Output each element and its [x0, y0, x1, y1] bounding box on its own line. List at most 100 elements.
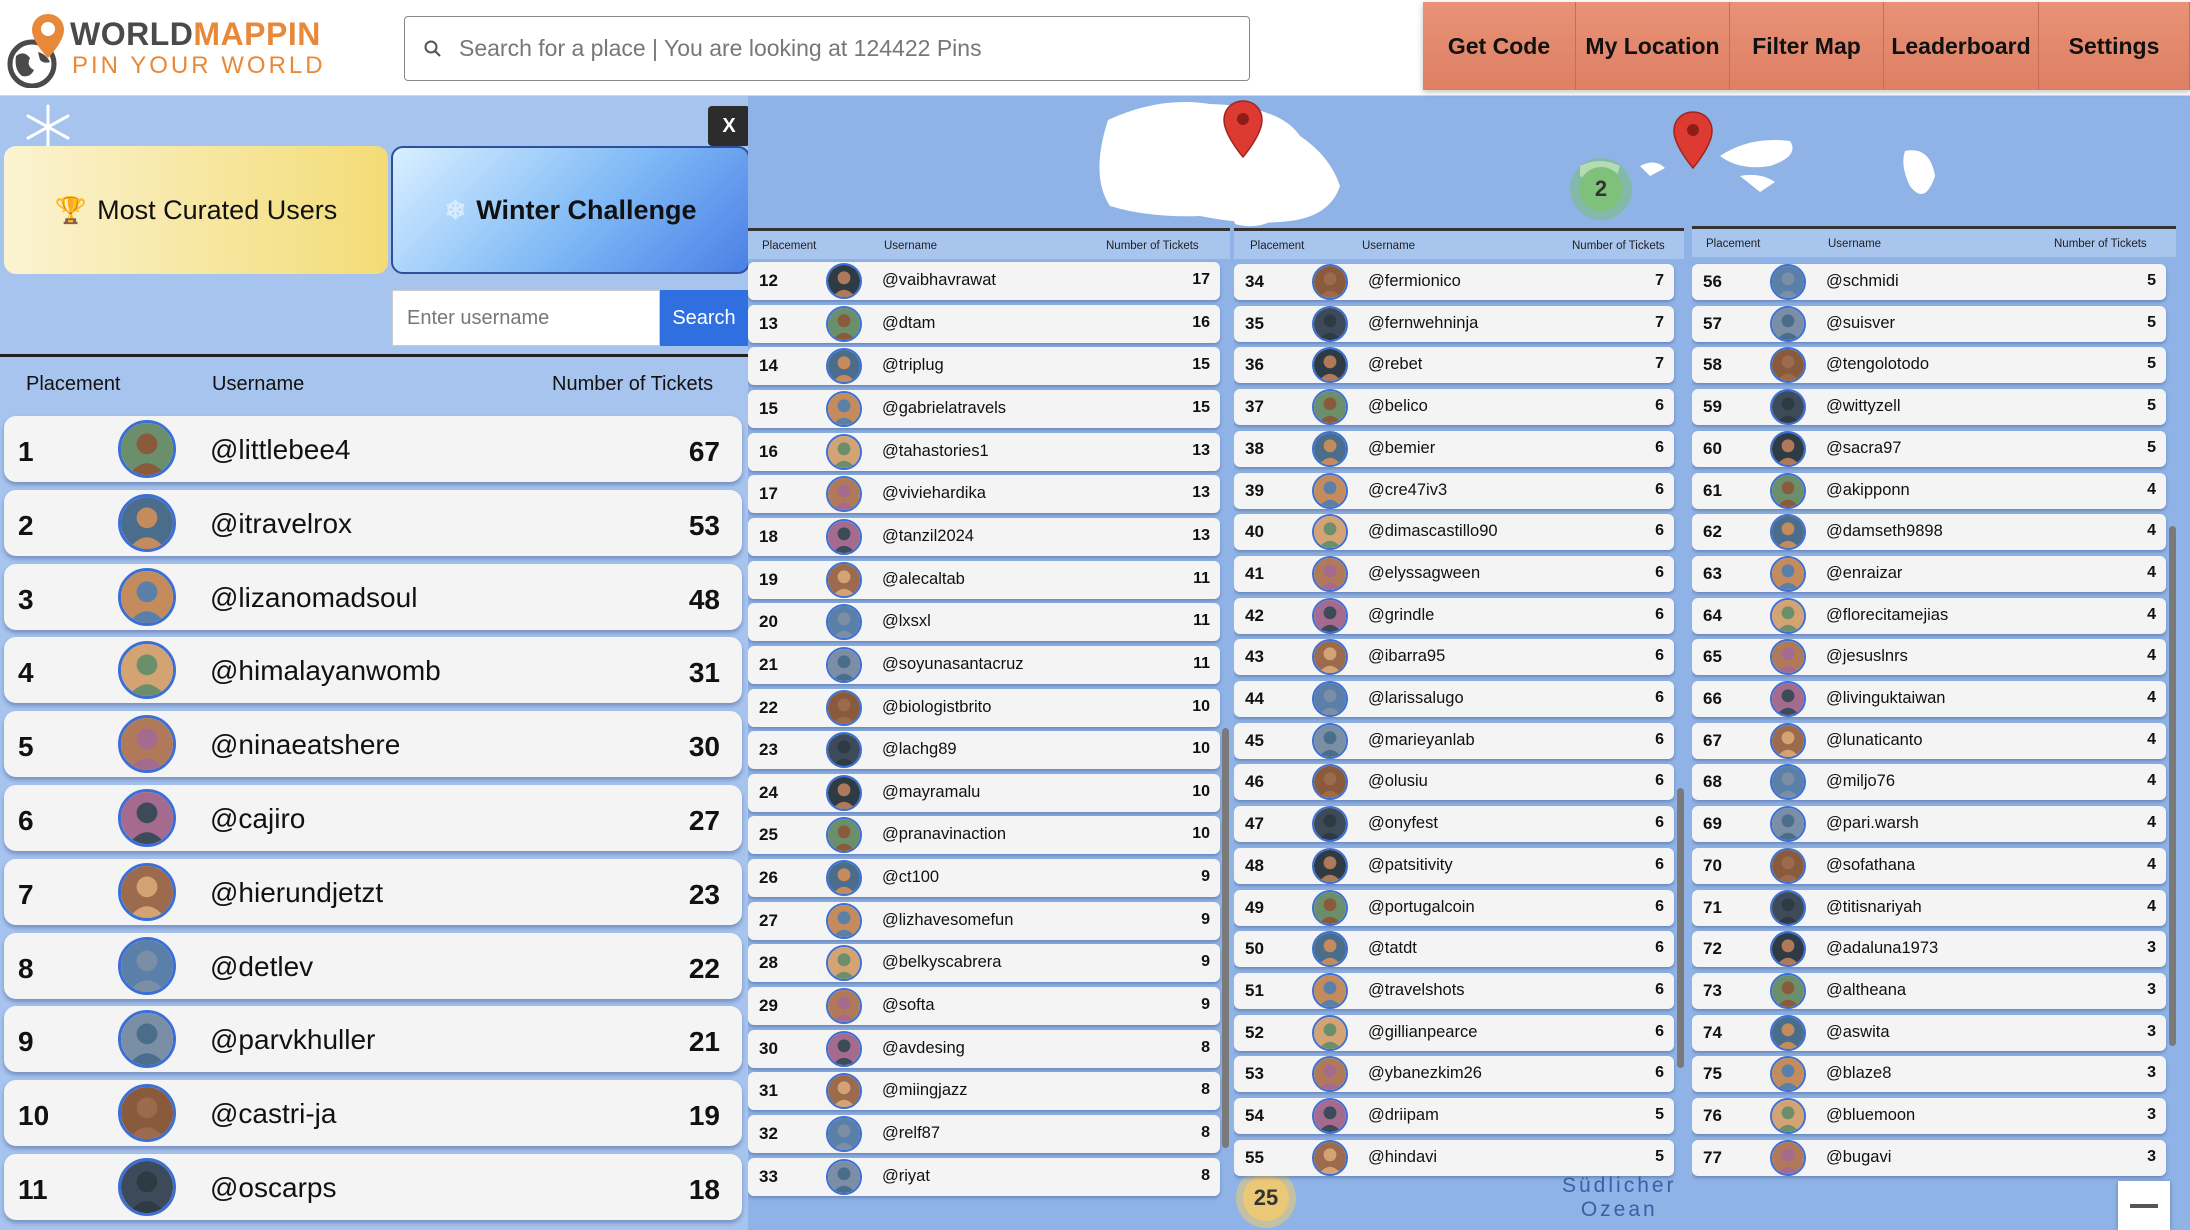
username[interactable]: @ninaeatshere	[210, 729, 400, 761]
username[interactable]: @patsitivity	[1368, 856, 1453, 875]
username[interactable]: @softa	[882, 996, 935, 1015]
leaderboard-row[interactable]: 66 @livinguktaiwan 4	[1692, 681, 2166, 717]
leaderboard-row[interactable]: 50 @tatdt 6	[1234, 931, 1674, 968]
username[interactable]: @jesuslnrs	[1826, 647, 1908, 666]
username[interactable]: @lunaticanto	[1826, 731, 1923, 750]
leaderboard-row[interactable]: 29 @softa 9	[748, 987, 1220, 1026]
avatar[interactable]	[118, 641, 176, 700]
avatar[interactable]	[826, 1116, 862, 1152]
username[interactable]: @relf87	[882, 1124, 940, 1143]
username[interactable]: @ct100	[882, 868, 939, 887]
avatar[interactable]	[118, 862, 176, 921]
leaderboard-row[interactable]: 77 @bugavi 3	[1692, 1139, 2166, 1176]
leaderboard-row[interactable]: 49 @portugalcoin 6	[1234, 889, 1674, 926]
leaderboard-row[interactable]: 71 @titisnariyah 4	[1692, 889, 2166, 926]
leaderboard-row[interactable]: 44 @larissalugo 6	[1234, 681, 1674, 717]
avatar[interactable]	[118, 1010, 176, 1069]
leaderboard-row[interactable]: 3 @lizanomadsoul 48	[4, 563, 742, 630]
avatar[interactable]	[826, 646, 862, 683]
avatar[interactable]	[1770, 1014, 1806, 1051]
avatar[interactable]	[826, 390, 862, 427]
search-button[interactable]: Search	[660, 290, 748, 346]
username[interactable]: @littlebee4	[210, 434, 351, 466]
leaderboard-row[interactable]: 34 @fermionico 7	[1234, 264, 1674, 300]
avatar[interactable]	[1770, 1056, 1806, 1093]
leaderboard-row[interactable]: 20 @lxsxl 11	[748, 603, 1220, 642]
leaderboard-row[interactable]: 24 @mayramalu 10	[748, 773, 1220, 812]
avatar[interactable]	[826, 561, 862, 598]
username[interactable]: @pranavinaction	[882, 825, 1006, 844]
avatar[interactable]	[118, 1084, 176, 1143]
place-search-input[interactable]	[459, 35, 1239, 62]
avatar[interactable]	[1770, 722, 1806, 759]
username[interactable]: @viviehardika	[882, 484, 986, 503]
username[interactable]: @gillianpearce	[1368, 1023, 1477, 1042]
settings-button[interactable]: Settings	[2039, 2, 2190, 90]
avatar[interactable]	[826, 774, 862, 811]
leaderboard-row[interactable]: 12 @vaibhavrawat 17	[748, 262, 1220, 300]
username[interactable]: @gabrielatravels	[882, 399, 1006, 418]
leaderboard-row[interactable]: 45 @marieyanlab 6	[1234, 722, 1674, 759]
leaderboard-row[interactable]: 36 @rebet 7	[1234, 347, 1674, 384]
avatar[interactable]	[1770, 972, 1806, 1009]
username[interactable]: @miingjazz	[882, 1081, 968, 1100]
avatar[interactable]	[1312, 681, 1348, 717]
leaderboard-row[interactable]: 35 @fernwehninja 7	[1234, 305, 1674, 342]
leaderboard-row[interactable]: 41 @elyssagween 6	[1234, 555, 1674, 592]
username[interactable]: @itravelrox	[210, 508, 352, 540]
username[interactable]: @tanzil2024	[882, 527, 974, 546]
leaderboard-row[interactable]: 22 @biologistbrito 10	[748, 688, 1220, 727]
username[interactable]: @rebet	[1368, 355, 1422, 374]
avatar[interactable]	[826, 689, 862, 726]
place-search-field[interactable]	[404, 16, 1250, 81]
leaderboard-row[interactable]: 65 @jesuslnrs 4	[1692, 639, 2166, 676]
leaderboard-row[interactable]: 38 @bemier 6	[1234, 430, 1674, 467]
leaderboard-row[interactable]: 10 @castri-ja 19	[4, 1080, 742, 1147]
leaderboard-row[interactable]: 27 @lizhavesomefun 9	[748, 901, 1220, 940]
avatar[interactable]	[1312, 597, 1348, 634]
username[interactable]: @lizhavesomefun	[882, 911, 1013, 930]
avatar[interactable]	[1770, 347, 1806, 384]
avatar[interactable]	[1770, 472, 1806, 509]
username[interactable]: @dimascastillo90	[1368, 522, 1498, 541]
avatar[interactable]	[826, 1073, 862, 1110]
scrollbar[interactable]	[1222, 728, 1229, 1148]
username[interactable]: @larissalugo	[1368, 689, 1464, 708]
username[interactable]: @tatdt	[1368, 939, 1417, 958]
username[interactable]: @soyunasantacruz	[882, 655, 1024, 674]
avatar[interactable]	[826, 945, 862, 982]
leaderboard-row[interactable]: 7 @hierundjetzt 23	[4, 858, 742, 925]
avatar[interactable]	[1312, 264, 1348, 300]
avatar[interactable]	[1770, 681, 1806, 717]
avatar[interactable]	[118, 420, 176, 478]
avatar[interactable]	[1312, 1014, 1348, 1051]
leaderboard-row[interactable]: 14 @triplug 15	[748, 347, 1220, 386]
leaderboard-row[interactable]: 16 @tahastories1 13	[748, 432, 1220, 471]
leaderboard-row[interactable]: 56 @schmidi 5	[1692, 264, 2166, 300]
leaderboard-row[interactable]: 69 @pari.warsh 4	[1692, 806, 2166, 843]
username[interactable]: @marieyanlab	[1368, 731, 1475, 750]
map-marker-icon[interactable]	[1222, 99, 1264, 159]
leaderboard-row[interactable]: 11 @oscarps 18	[4, 1154, 742, 1220]
leaderboard-row[interactable]: 43 @ibarra95 6	[1234, 639, 1674, 676]
username[interactable]: @bluemoon	[1826, 1106, 1915, 1125]
scrollbar[interactable]	[2169, 526, 2176, 1046]
username[interactable]: @fernwehninja	[1368, 314, 1478, 333]
username[interactable]: @tahastories1	[882, 442, 989, 461]
username[interactable]: @lizanomadsoul	[210, 582, 417, 614]
username[interactable]: @sacra97	[1826, 439, 1901, 458]
leaderboard-row[interactable]: 72 @adaluna1973 3	[1692, 931, 2166, 968]
avatar[interactable]	[1770, 389, 1806, 426]
close-button[interactable]: X	[708, 106, 748, 146]
username[interactable]: @onyfest	[1368, 814, 1438, 833]
avatar[interactable]	[826, 518, 862, 555]
username[interactable]: @vaibhavrawat	[882, 271, 996, 290]
leaderboard-row[interactable]: 19 @alecaltab 11	[748, 560, 1220, 599]
username[interactable]: @tengolotodo	[1826, 355, 1929, 374]
tab-most-curated-users[interactable]: 🏆 Most Curated Users	[4, 146, 388, 274]
avatar[interactable]	[1770, 639, 1806, 676]
leaderboard-row[interactable]: 63 @enraizar 4	[1692, 555, 2166, 592]
username[interactable]: @cre47iv3	[1368, 481, 1447, 500]
username[interactable]: @belkyscabrera	[882, 953, 1001, 972]
username[interactable]: @lxsxl	[882, 612, 931, 631]
